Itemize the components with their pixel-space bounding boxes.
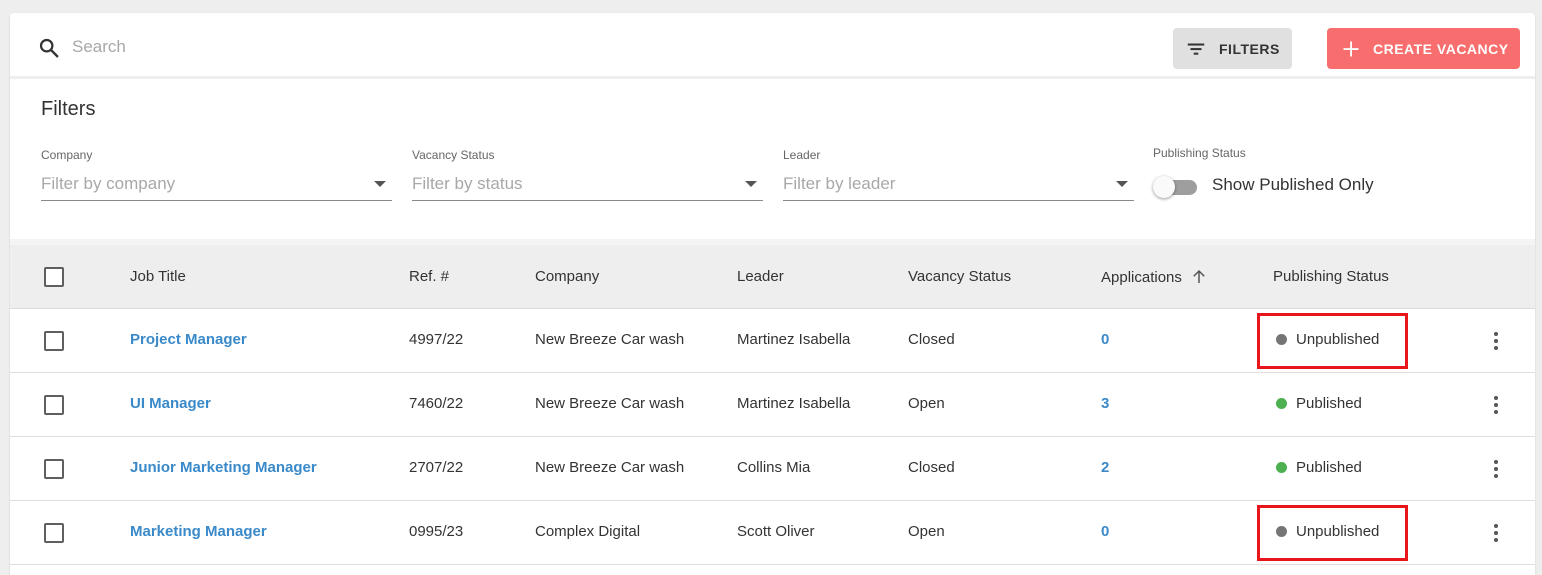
company-name: New Breeze Car wash — [535, 331, 685, 348]
leader-filter: Leader Filter by leader — [783, 148, 1134, 201]
company-filter-label: Company — [41, 148, 93, 162]
applications-count-link[interactable]: 0 — [1101, 523, 1109, 540]
ref-number: 0995/23 — [409, 523, 464, 540]
leader-name: Martinez Isabella — [737, 395, 851, 412]
table-row: Marketing Manager 0995/23 Complex Digita… — [10, 501, 1535, 565]
leader-name: Martinez Isabella — [737, 331, 851, 348]
filters-button-label: FILTERS — [1219, 40, 1280, 57]
vacancy-status-select-placeholder: Filter by status — [412, 174, 523, 193]
publishing-status: Unpublished — [1276, 331, 1379, 348]
column-company[interactable]: Company — [535, 268, 599, 285]
row-checkbox[interactable] — [44, 395, 64, 415]
vacancies-card: FILTERS CREATE VACANCY Filters Company F… — [10, 13, 1535, 575]
leader-name: Scott Oliver — [737, 523, 815, 540]
search-icon — [39, 38, 59, 58]
company-name: New Breeze Car wash — [535, 395, 685, 412]
column-publishing-status[interactable]: Publishing Status — [1273, 268, 1389, 285]
publishing-status-label: Unpublished — [1296, 331, 1380, 348]
job-title-link[interactable]: Marketing Manager — [130, 523, 267, 540]
leader-name: Collins Mia — [737, 459, 811, 476]
row-checkbox[interactable] — [44, 459, 64, 479]
leader-select[interactable]: Filter by leader — [783, 171, 1134, 201]
ref-number: 7460/22 — [409, 395, 464, 412]
show-published-label: Show Published Only — [1212, 175, 1374, 194]
table-row: Project Manager 4997/22 New Breeze Car w… — [10, 309, 1535, 373]
table-header: Job Title Ref. # Company Leader Vacancy … — [10, 245, 1535, 309]
filter-list-icon — [1187, 43, 1205, 55]
plus-icon — [1343, 41, 1359, 56]
company-select-placeholder: Filter by company — [41, 174, 176, 193]
column-applications[interactable]: Applications — [1101, 268, 1208, 286]
vacancy-status-select[interactable]: Filter by status — [412, 171, 763, 201]
publishing-status-filter: Publishing Status Show Published Only — [1153, 146, 1374, 198]
vacancy-status-filter: Vacancy Status Filter by status — [412, 148, 763, 201]
row-checkbox[interactable] — [44, 523, 64, 543]
publishing-status-label: Published — [1296, 395, 1362, 412]
company-name: New Breeze Car wash — [535, 459, 685, 476]
publishing-status: Published — [1276, 395, 1362, 412]
applications-count-link[interactable]: 0 — [1101, 331, 1109, 348]
vacancy-status-filter-label: Vacancy Status — [412, 148, 495, 162]
job-title-link[interactable]: Junior Marketing Manager — [130, 459, 317, 476]
leader-filter-label: Leader — [783, 148, 821, 162]
column-leader[interactable]: Leader — [737, 268, 784, 285]
column-job-title[interactable]: Job Title — [130, 268, 186, 285]
status-dot-icon — [1276, 462, 1287, 473]
vacancy-status: Open — [908, 523, 945, 540]
vacancy-status: Closed — [908, 331, 955, 348]
create-vacancy-label: CREATE VACANCY — [1373, 40, 1509, 57]
publishing-status: Unpublished — [1276, 523, 1379, 540]
more-vert-icon[interactable] — [1486, 329, 1506, 353]
filters-button[interactable]: FILTERS — [1173, 28, 1292, 69]
publishing-status: Published — [1276, 459, 1362, 476]
publishing-status-label: Published — [1296, 459, 1362, 476]
more-vert-icon[interactable] — [1486, 457, 1506, 481]
row-checkbox[interactable] — [44, 331, 64, 351]
arrow-up-icon[interactable] — [1190, 268, 1208, 286]
job-title-link[interactable]: UI Manager — [130, 395, 211, 412]
company-name: Complex Digital — [535, 523, 641, 540]
vacancy-status: Closed — [908, 459, 955, 476]
column-vacancy-status[interactable]: Vacancy Status — [908, 268, 1011, 285]
status-dot-icon — [1276, 398, 1287, 409]
company-select[interactable]: Filter by company — [41, 171, 392, 201]
more-vert-icon[interactable] — [1486, 521, 1506, 545]
leader-select-placeholder: Filter by leader — [783, 174, 896, 193]
toggle-thumb — [1153, 176, 1175, 198]
search-input[interactable] — [72, 35, 672, 59]
applications-count-link[interactable]: 2 — [1101, 459, 1109, 476]
vacancy-status: Open — [908, 395, 945, 412]
company-filter: Company Filter by company — [41, 148, 392, 201]
publishing-status-filter-label: Publishing Status — [1153, 146, 1246, 160]
status-dot-icon — [1276, 334, 1287, 345]
dropdown-arrow-icon — [374, 181, 386, 187]
ref-number: 4997/22 — [409, 331, 464, 348]
dropdown-arrow-icon — [745, 181, 757, 187]
filters-title: Filters — [41, 98, 96, 120]
create-vacancy-button[interactable]: CREATE VACANCY — [1327, 28, 1520, 69]
select-all-checkbox[interactable] — [44, 267, 64, 287]
dropdown-arrow-icon — [1116, 181, 1128, 187]
status-dot-icon — [1276, 526, 1287, 537]
show-published-toggle[interactable] — [1153, 176, 1199, 198]
publishing-status-label: Unpublished — [1296, 523, 1380, 540]
table-row: UI Manager 7460/22 New Breeze Car wash M… — [10, 373, 1535, 437]
applications-count-link[interactable]: 3 — [1101, 395, 1109, 412]
column-applications-label: Applications — [1101, 268, 1182, 286]
table-row: Junior Marketing Manager 2707/22 New Bre… — [10, 437, 1535, 501]
column-ref[interactable]: Ref. # — [409, 268, 449, 285]
more-vert-icon[interactable] — [1486, 393, 1506, 417]
job-title-link[interactable]: Project Manager — [130, 331, 247, 348]
toolbar: FILTERS CREATE VACANCY — [10, 13, 1535, 79]
ref-number: 2707/22 — [409, 459, 464, 476]
